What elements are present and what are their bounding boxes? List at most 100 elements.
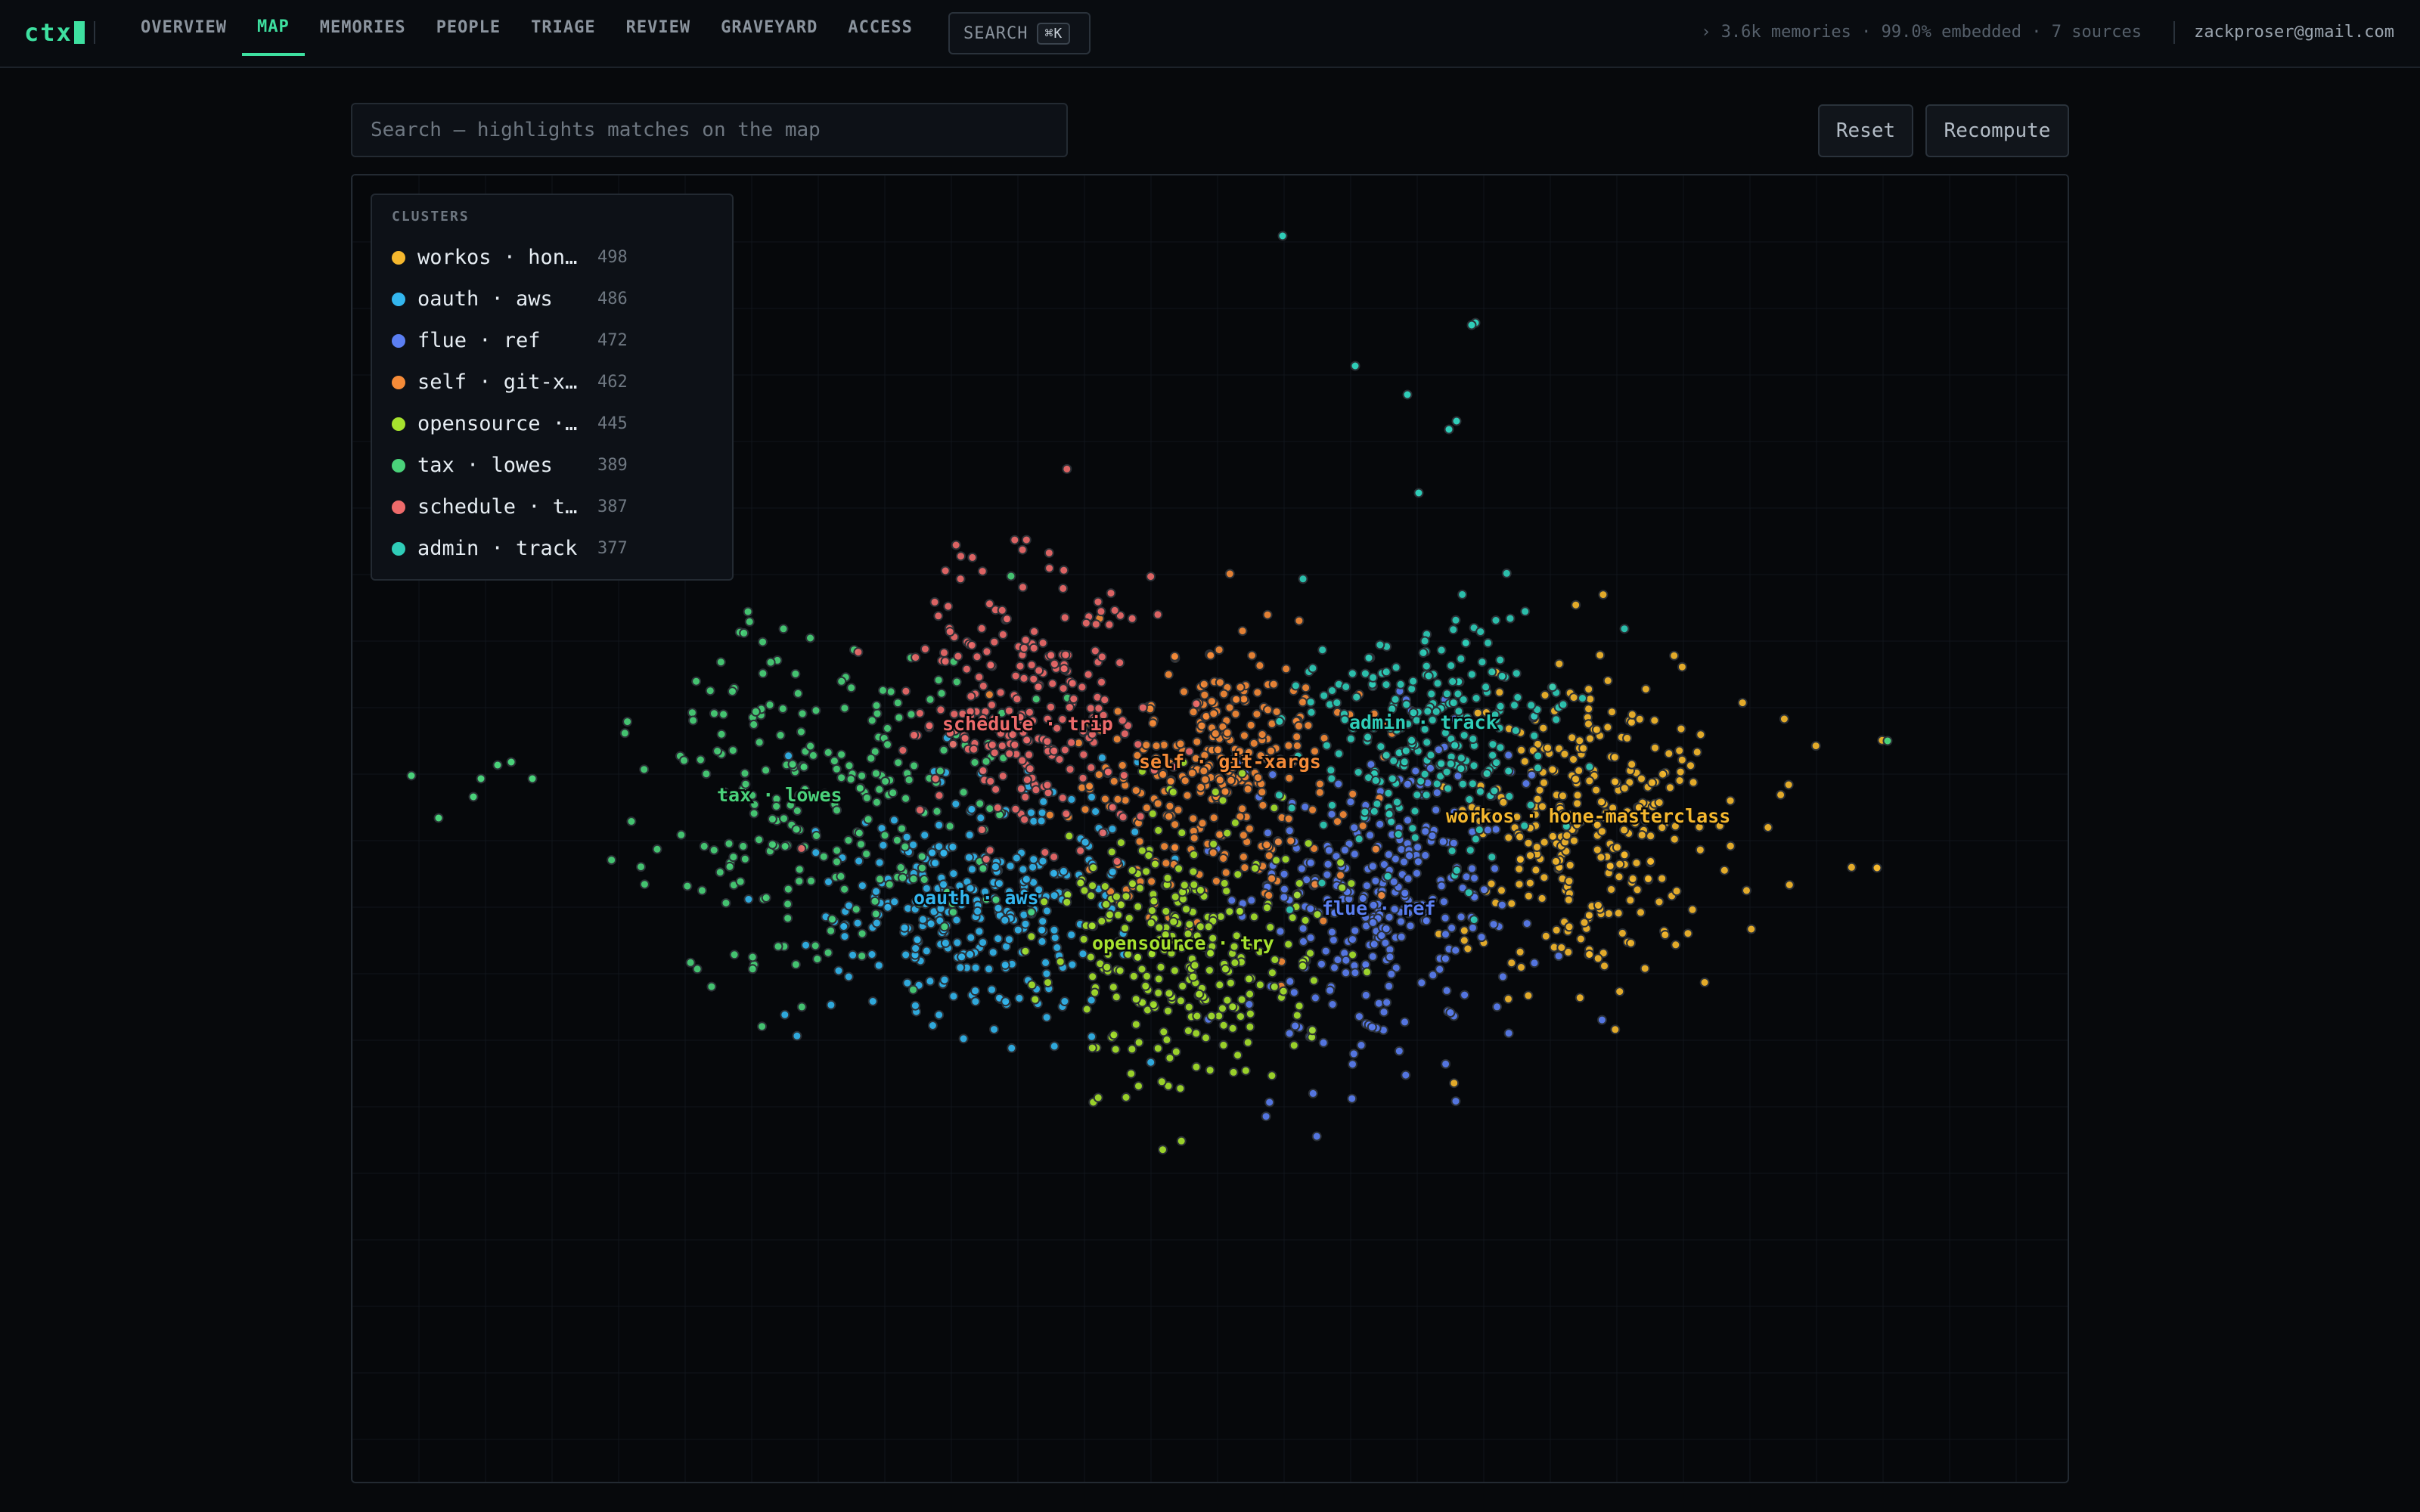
map-point[interactable]: [1042, 736, 1053, 747]
map-point[interactable]: [1111, 992, 1122, 1002]
map-point[interactable]: [1131, 994, 1141, 1005]
map-point[interactable]: [1094, 703, 1104, 714]
map-point[interactable]: [1059, 866, 1069, 876]
map-point[interactable]: [978, 863, 988, 874]
map-point[interactable]: [1215, 775, 1225, 785]
map-point[interactable]: [1211, 876, 1221, 886]
map-point[interactable]: [1658, 769, 1668, 779]
map-point[interactable]: [990, 862, 1001, 872]
map-point[interactable]: [832, 845, 842, 856]
map-point[interactable]: [1719, 865, 1730, 875]
map-point[interactable]: [1595, 650, 1606, 661]
map-point[interactable]: [1676, 723, 1686, 734]
map-point[interactable]: [1058, 683, 1069, 694]
map-point[interactable]: [1104, 619, 1115, 630]
map-point[interactable]: [796, 843, 807, 854]
map-point[interactable]: [969, 744, 979, 754]
map-point[interactable]: [1407, 823, 1418, 834]
map-point[interactable]: [1137, 702, 1148, 713]
map-point[interactable]: [1522, 919, 1532, 929]
map-point[interactable]: [1529, 730, 1540, 741]
map-point[interactable]: [1255, 660, 1265, 671]
map-point[interactable]: [1281, 664, 1292, 674]
map-point[interactable]: [1060, 649, 1071, 660]
map-point[interactable]: [1361, 881, 1372, 891]
map-point[interactable]: [1596, 826, 1607, 837]
map-point[interactable]: [975, 798, 985, 809]
map-point[interactable]: [1510, 725, 1521, 736]
map-point[interactable]: [1539, 837, 1550, 847]
map-point[interactable]: [1433, 745, 1444, 755]
map-point[interactable]: [963, 852, 974, 863]
map-point[interactable]: [844, 761, 855, 771]
map-point[interactable]: [1081, 618, 1091, 628]
map-point[interactable]: [1165, 1053, 1175, 1063]
map-point[interactable]: [1097, 916, 1107, 926]
map-point[interactable]: [1135, 811, 1146, 822]
map-point[interactable]: [1497, 971, 1508, 982]
map-point[interactable]: [1846, 862, 1857, 872]
map-point[interactable]: [1227, 1023, 1238, 1033]
map-point[interactable]: [1348, 789, 1358, 799]
map-point[interactable]: [1737, 698, 1748, 708]
map-point[interactable]: [1431, 804, 1441, 815]
map-point[interactable]: [1571, 600, 1581, 610]
map-point[interactable]: [1558, 791, 1568, 801]
map-point[interactable]: [1292, 741, 1302, 751]
map-point[interactable]: [706, 981, 717, 992]
map-point[interactable]: [1523, 891, 1534, 901]
map-point[interactable]: [1161, 858, 1171, 869]
map-point[interactable]: [1360, 668, 1370, 679]
reset-button[interactable]: Reset: [1818, 104, 1913, 157]
map-point[interactable]: [1457, 589, 1468, 600]
map-point[interactable]: [852, 918, 863, 928]
map-point[interactable]: [1602, 675, 1613, 686]
map-point[interactable]: [1246, 720, 1256, 730]
map-point[interactable]: [1177, 828, 1187, 838]
map-point[interactable]: [871, 700, 882, 711]
map-point[interactable]: [1061, 809, 1072, 819]
map-point[interactable]: [715, 657, 726, 668]
map-point[interactable]: [1162, 1034, 1172, 1045]
map-point[interactable]: [727, 686, 737, 697]
map-point[interactable]: [898, 872, 908, 883]
map-point[interactable]: [1059, 565, 1069, 575]
map-point[interactable]: [1239, 730, 1249, 741]
map-point[interactable]: [892, 835, 902, 845]
map-point[interactable]: [861, 849, 872, 860]
map-point[interactable]: [1087, 792, 1097, 802]
map-point[interactable]: [855, 783, 865, 794]
map-point[interactable]: [1370, 844, 1381, 854]
map-point[interactable]: [754, 737, 765, 748]
map-point[interactable]: [1776, 789, 1786, 800]
map-point[interactable]: [1224, 906, 1235, 917]
map-point[interactable]: [682, 881, 693, 891]
map-point[interactable]: [1040, 847, 1050, 857]
map-point[interactable]: [1088, 863, 1099, 873]
map-point[interactable]: [1568, 692, 1579, 703]
map-point[interactable]: [1191, 699, 1202, 709]
map-point[interactable]: [1365, 830, 1376, 841]
map-point[interactable]: [1047, 678, 1058, 689]
legend-item-schedule[interactable]: schedule · trip 387: [392, 486, 712, 528]
map-point[interactable]: [978, 680, 988, 691]
map-point[interactable]: [1564, 922, 1575, 932]
map-point[interactable]: [1317, 645, 1328, 655]
map-point[interactable]: [688, 715, 698, 726]
map-point[interactable]: [1504, 791, 1515, 801]
map-point[interactable]: [917, 914, 928, 925]
map-point[interactable]: [695, 754, 706, 765]
map-point[interactable]: [966, 640, 977, 650]
map-point[interactable]: [1019, 643, 1029, 653]
map-point[interactable]: [1321, 740, 1332, 751]
map-point[interactable]: [492, 760, 503, 770]
map-point[interactable]: [1341, 968, 1351, 978]
map-point[interactable]: [966, 864, 977, 875]
map-point[interactable]: [1538, 723, 1549, 733]
map-point[interactable]: [1195, 922, 1205, 932]
map-point[interactable]: [839, 703, 850, 714]
map-point[interactable]: [1177, 981, 1188, 991]
map-point[interactable]: [1239, 863, 1250, 873]
map-point[interactable]: [1784, 880, 1795, 890]
map-point[interactable]: [1533, 763, 1543, 773]
